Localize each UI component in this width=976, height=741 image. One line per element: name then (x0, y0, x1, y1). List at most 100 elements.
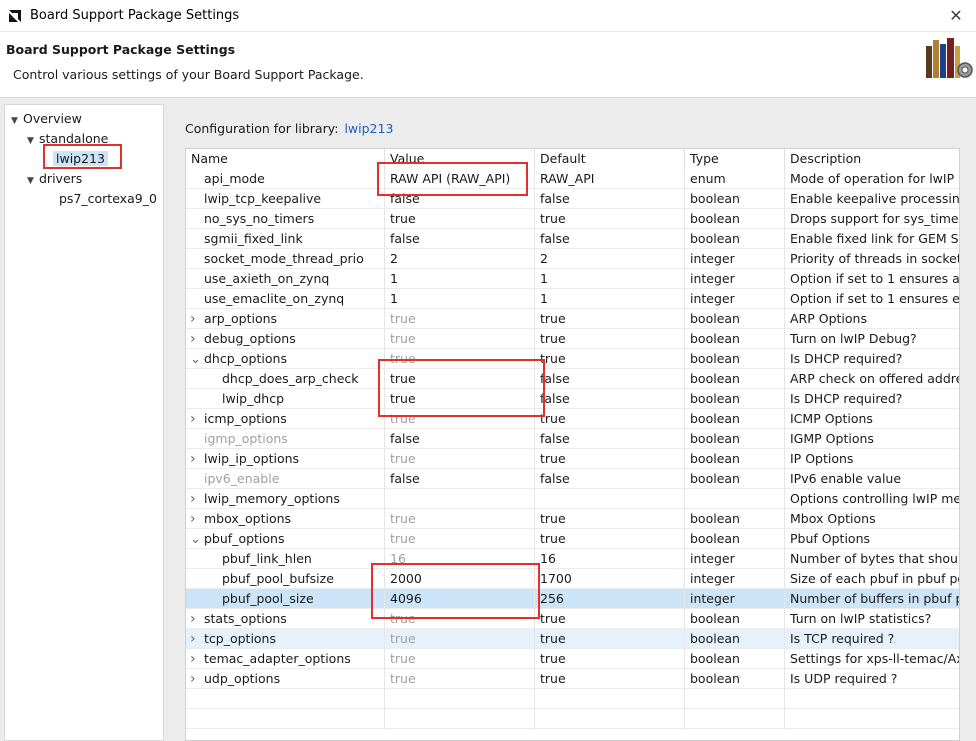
table-row[interactable]: lwip_tcp_keepalive false false boolean Enabl… (186, 189, 959, 209)
cell-default: 16 (535, 549, 685, 569)
content-area: ▼ Overview ▼ standalone lwip213 ▼ drivers p… (0, 98, 976, 741)
cell-value[interactable]: true (385, 209, 535, 229)
column-header-default[interactable]: Default (535, 149, 685, 169)
chevron-down-icon[interactable]: ▼ (27, 171, 39, 191)
column-header-value[interactable]: Value (385, 149, 535, 169)
cell-description: Number of buffers in pbuf po (790, 591, 960, 606)
table-row[interactable]: igmp_options false false boolean IGMP Option… (186, 429, 959, 449)
cell-value[interactable]: true (385, 389, 535, 409)
table-row[interactable]: › udp_options true true boolean Is UDP requir… (186, 669, 959, 689)
cell-value[interactable]: false (385, 429, 535, 449)
table-row[interactable]: › mbox_options true true boolean Mbox Options (186, 509, 959, 529)
close-button[interactable]: ✕ (946, 6, 966, 26)
library-link[interactable]: lwip213 (344, 121, 393, 136)
chevron-right-icon[interactable]: › (190, 490, 204, 509)
cell-description: Options controlling lwIP mem (790, 491, 960, 506)
tree-item-cpu[interactable]: ps7_cortexa9_0 (59, 189, 157, 209)
cell-value[interactable]: true (385, 509, 535, 529)
table-row[interactable]: lwip_dhcp true false boolean Is DHCP require… (186, 389, 959, 409)
chevron-right-icon[interactable]: › (190, 610, 204, 629)
table-row[interactable]: › lwip_ip_options true true boolean IP Option… (186, 449, 959, 469)
tree-item-overview[interactable]: ▼ Overview (11, 109, 82, 129)
cell-type: boolean (685, 609, 785, 629)
chevron-right-icon[interactable]: › (190, 630, 204, 649)
cell-value[interactable]: 2000 (385, 569, 535, 589)
cell-value[interactable]: 1 (385, 269, 535, 289)
chevron-right-icon[interactable]: › (190, 510, 204, 529)
table-row[interactable]: pbuf_pool_size 4096 256 integer Number of bu… (186, 589, 960, 609)
cell-value[interactable]: true (385, 629, 535, 649)
table-row[interactable]: use_axieth_on_zynq 1 1 integer Option if set… (186, 269, 959, 289)
cell-value[interactable]: true (385, 309, 535, 329)
title-bar: Board Support Package Settings ✕ (0, 0, 976, 32)
cell-value[interactable] (385, 489, 535, 509)
cell-name: › arp_options (186, 309, 385, 329)
table-row[interactable]: › icmp_options true true boolean ICMP Options (186, 409, 959, 429)
table-row[interactable]: no_sys_no_timers true true boolean Drops sup… (186, 209, 959, 229)
chevron-right-icon[interactable]: › (190, 410, 204, 429)
table-row[interactable]: › tcp_options true true boolean Is TCP requir… (186, 629, 959, 649)
cell-type: boolean (685, 389, 785, 409)
cell-value[interactable]: 1 (385, 289, 535, 309)
cell-value[interactable]: true (385, 449, 535, 469)
cell-default: true (535, 509, 685, 529)
column-header-type[interactable]: Type (685, 149, 785, 169)
setting-name: debug_options (204, 331, 296, 346)
chevron-down-icon[interactable]: ▼ (11, 111, 23, 131)
cell-value[interactable]: true (385, 609, 535, 629)
cell-value[interactable]: true (385, 349, 535, 369)
tree-item-lwip[interactable]: lwip213 (53, 149, 108, 169)
table-row[interactable]: › arp_options true true boolean ARP Options (186, 309, 959, 329)
cell-description: Turn on lwIP statistics? (790, 611, 932, 626)
chevron-down-icon[interactable]: ⌄ (190, 530, 204, 549)
cell-value[interactable]: RAW API (RAW_API) (385, 169, 535, 189)
cell-value[interactable]: true (385, 669, 535, 689)
tree-item-standalone[interactable]: ▼ standalone (27, 129, 108, 149)
table-row[interactable]: ⌄ pbuf_options true true boolean Pbuf Options (186, 529, 959, 549)
cell-value[interactable]: true (385, 409, 535, 429)
table-row[interactable]: socket_mode_thread_prio 2 2 integer Priority… (186, 249, 959, 269)
table-row[interactable]: use_emaclite_on_zynq 1 1 integer Option if s… (186, 289, 959, 309)
chevron-right-icon[interactable]: › (190, 650, 204, 669)
cell-value[interactable]: true (385, 649, 535, 669)
cell-default: true (535, 669, 685, 689)
chevron-right-icon[interactable]: › (190, 670, 204, 689)
cell-value[interactable]: true (385, 369, 535, 389)
cell-value[interactable]: 16 (385, 549, 535, 569)
chevron-right-icon[interactable]: › (190, 450, 204, 469)
cell-value[interactable]: false (385, 229, 535, 249)
table-row[interactable]: sgmii_fixed_link false false boolean Enable … (186, 229, 959, 249)
empty-cell (535, 689, 685, 709)
cell-description: Pbuf Options (790, 531, 870, 546)
table-row[interactable]: api_mode RAW API (RAW_API) RAW_API enum Mode… (186, 169, 959, 189)
table-row[interactable]: dhcp_does_arp_check true false boolean ARP c… (186, 369, 959, 389)
empty-cell (385, 689, 535, 709)
table-row[interactable]: pbuf_link_hlen 16 16 integer Number of bytes… (186, 549, 959, 569)
table-row[interactable]: › temac_adapter_options true true boolean Set… (186, 649, 959, 669)
chevron-right-icon[interactable]: › (190, 330, 204, 349)
column-header-name[interactable]: Name (186, 149, 385, 169)
cell-name: pbuf_link_hlen (186, 549, 385, 569)
cell-value[interactable]: 2 (385, 249, 535, 269)
table-row[interactable]: › lwip_memory_options Options controlling … (186, 489, 960, 509)
tree-item-drivers[interactable]: ▼ drivers (27, 169, 82, 189)
column-header-description[interactable]: Description (785, 149, 959, 169)
chevron-down-icon[interactable]: ⌄ (190, 350, 204, 369)
table-row[interactable]: pbuf_pool_bufsize 2000 1700 integer Size of … (186, 569, 959, 589)
cell-value[interactable]: true (385, 329, 535, 349)
table-row[interactable]: ⌄ dhcp_options true true boolean Is DHCP requ… (186, 349, 959, 369)
table-row[interactable]: › debug_options true true boolean Turn on lwI… (186, 329, 959, 349)
cell-value[interactable]: false (385, 189, 535, 209)
cell-type (685, 489, 785, 509)
cell-value[interactable]: 4096 (385, 589, 535, 609)
chevron-right-icon[interactable]: › (190, 310, 204, 329)
cell-value[interactable]: true (385, 529, 535, 549)
table-row[interactable]: › stats_options true true boolean Turn on lwI… (186, 609, 959, 629)
cell-type: boolean (685, 629, 785, 649)
empty-row (186, 709, 959, 729)
app-logo-icon (9, 10, 21, 22)
cell-type: boolean (685, 189, 785, 209)
cell-value[interactable]: false (385, 469, 535, 489)
chevron-down-icon[interactable]: ▼ (27, 131, 39, 151)
table-row[interactable]: ipv6_enable false false boolean IPv6 enable … (186, 469, 959, 489)
